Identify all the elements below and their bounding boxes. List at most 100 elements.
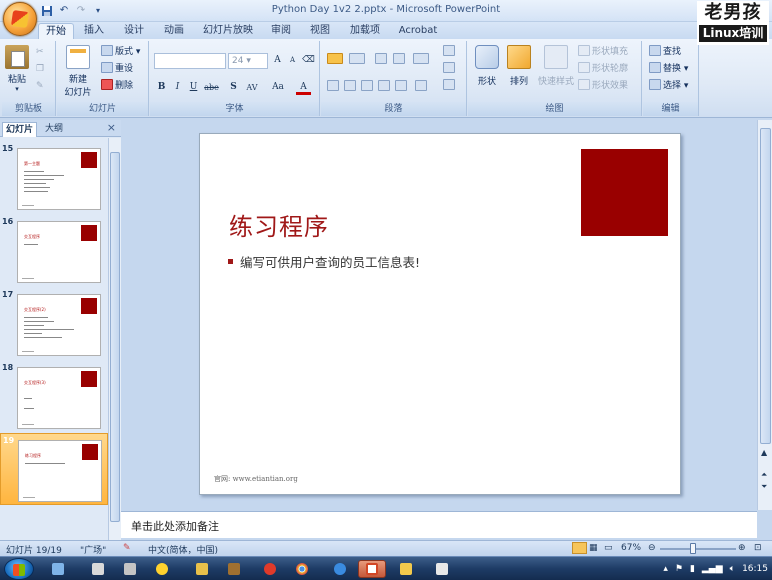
font-name-combo[interactable] (154, 53, 226, 69)
shape-fill-button[interactable]: 形状填充 (578, 45, 628, 60)
distribute-icon[interactable] (395, 80, 409, 95)
flag-icon[interactable]: ⚑ (675, 564, 683, 574)
new-slide-button[interactable]: 新建 幻灯片 (61, 45, 95, 98)
tab-insert[interactable]: 插入 (78, 23, 110, 39)
tab-acrobat[interactable]: Acrobat (394, 23, 442, 39)
clear-format-icon[interactable]: ⌫ (301, 53, 316, 68)
slide-thumbnail[interactable]: 练习程序 (18, 440, 102, 502)
powerpoint-taskbar-icon[interactable] (358, 560, 386, 578)
zoom-level[interactable]: 67% (621, 543, 641, 553)
signal-icon[interactable]: ▂▄▆ (702, 564, 723, 574)
tab-review[interactable]: 审阅 (265, 23, 297, 39)
tab-addins[interactable]: 加载项 (344, 23, 386, 39)
char-spacing-button[interactable]: AV (242, 80, 262, 95)
qq-icon[interactable] (148, 560, 176, 578)
shrink-font-button[interactable]: A (285, 53, 300, 68)
font-size-combo[interactable]: 24 ▾ (228, 53, 268, 69)
grow-font-button[interactable]: A (270, 53, 285, 68)
align-left-icon[interactable] (327, 80, 341, 95)
strikethrough-button[interactable]: abe (204, 80, 219, 95)
tab-home[interactable]: 开始 (38, 23, 74, 39)
tab-design[interactable]: 设计 (118, 23, 150, 39)
align-text-icon[interactable] (443, 62, 457, 77)
shape-effects-button[interactable]: 形状效果 (578, 79, 628, 94)
slide-thumbnail[interactable]: 交互程序(2) (17, 294, 101, 356)
line-spacing-icon[interactable] (413, 53, 431, 68)
shape-outline-button[interactable]: 形状轮廓 (578, 62, 628, 77)
reset-button[interactable]: 重设 (101, 62, 133, 77)
paste-button[interactable]: 粘贴 ▾ (4, 45, 30, 93)
next-slide-icon[interactable]: ⏷ (761, 482, 767, 492)
text-shadow-button[interactable]: S (226, 80, 241, 95)
tab-outline[interactable]: 大纲 (42, 122, 66, 137)
quick-styles-button[interactable]: 快速样式 (536, 45, 576, 87)
replace-button[interactable]: 替换 ▾ (649, 62, 688, 77)
tab-slideshow[interactable]: 幻灯片放映 (200, 23, 256, 39)
tab-view[interactable]: 视图 (304, 23, 336, 39)
bullets-icon[interactable] (327, 53, 345, 68)
spellcheck-icon[interactable]: ✎ (123, 543, 131, 553)
start-button[interactable] (4, 558, 34, 580)
layout-button[interactable]: 版式 ▾ (101, 45, 140, 60)
smartart-icon[interactable] (443, 79, 457, 94)
fit-window-icon[interactable]: ⊡ (754, 543, 762, 553)
normal-view-icon[interactable] (572, 542, 587, 554)
chrome-icon[interactable] (288, 560, 316, 578)
bold-button[interactable]: B (154, 80, 169, 95)
pane-scroll-thumb[interactable] (110, 152, 120, 522)
decrease-indent-icon[interactable] (375, 53, 389, 68)
align-right-icon[interactable] (361, 80, 375, 95)
network-icon[interactable]: ▮ (690, 564, 695, 574)
slide-thumbnail[interactable]: 第一主题 (17, 148, 101, 210)
tab-slides[interactable]: 幻灯片 (2, 122, 38, 137)
taskbar-app-icon[interactable] (84, 560, 112, 578)
office-button[interactable] (3, 2, 37, 36)
thumbnail-row[interactable]: 17 交互程序(2) (0, 288, 108, 358)
columns-icon[interactable] (415, 80, 429, 95)
thumbnail-row[interactable]: 16 交互程序 (0, 215, 108, 285)
clock[interactable]: 16:15 (742, 564, 768, 574)
slide-scrollbar[interactable]: ▲ ⏶ ⏷ (757, 120, 772, 510)
ie-icon[interactable] (326, 560, 354, 578)
numbering-icon[interactable] (349, 53, 367, 68)
zoom-in-icon[interactable]: ⊕ (738, 543, 746, 553)
zoom-slider[interactable] (660, 548, 736, 550)
shapes-button[interactable]: 形状 (472, 45, 502, 87)
slide-sorter-icon[interactable]: ▦ (589, 543, 598, 553)
slide-scroll-thumb[interactable] (760, 128, 771, 444)
slide-bullet[interactable]: 编写可供用户查询的员工信息表! (228, 252, 420, 271)
cut-icon[interactable]: ✂ (36, 45, 44, 60)
thumbnail-row-selected[interactable]: 19 练习程序 (0, 433, 108, 505)
current-slide[interactable]: 练习程序 编写可供用户查询的员工信息表! 官网: www.etiantian.o… (199, 133, 681, 495)
taskbar-app-icon[interactable] (188, 560, 216, 578)
text-direction-icon[interactable] (443, 45, 457, 60)
taskbar-app-icon[interactable] (116, 560, 144, 578)
taskbar-app-icon[interactable] (428, 560, 456, 578)
weibo-icon[interactable] (256, 560, 284, 578)
notes-pane[interactable]: 单击此处添加备注 (121, 511, 757, 538)
slide-title[interactable]: 练习程序 (229, 207, 329, 242)
zoom-out-icon[interactable]: ⊖ (648, 543, 656, 553)
slideshow-icon[interactable]: ▭ (604, 543, 613, 553)
copy-icon[interactable]: ❐ (36, 62, 44, 77)
language-indicator[interactable]: 中文(简体，中国) (148, 543, 218, 556)
italic-button[interactable]: I (170, 80, 185, 95)
underline-button[interactable]: U (186, 80, 201, 95)
slide-thumbnail[interactable]: 交互程序(3) (17, 367, 101, 429)
delete-slide-button[interactable]: 删除 (101, 79, 133, 94)
folder-icon[interactable] (392, 560, 420, 578)
pane-scrollbar[interactable] (108, 138, 121, 540)
show-hidden-icon[interactable]: ▴ (663, 564, 668, 574)
taskbar-app-icon[interactable] (44, 560, 72, 578)
taskbar-app-icon[interactable] (220, 560, 248, 578)
close-pane-icon[interactable]: × (107, 121, 116, 134)
volume-icon[interactable]: 🔈︎ (730, 564, 735, 574)
scroll-up-icon[interactable]: ▲ (761, 448, 767, 457)
font-color-button[interactable]: A (296, 80, 311, 95)
thumbnail-row[interactable]: 15 第一主题 (0, 142, 108, 212)
arrange-button[interactable]: 排列 (504, 45, 534, 87)
format-painter-icon[interactable]: ✎ (36, 79, 44, 94)
change-case-button[interactable]: Aa (268, 80, 288, 95)
thumbnail-row[interactable]: 18 交互程序(3) (0, 361, 108, 431)
select-button[interactable]: 选择 ▾ (649, 79, 688, 94)
